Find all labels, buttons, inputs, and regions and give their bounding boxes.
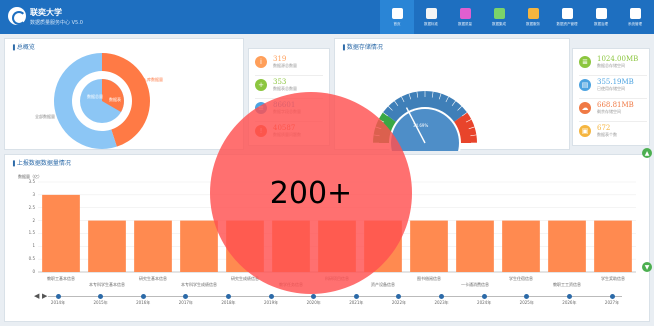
chart-bar[interactable]	[502, 220, 540, 272]
timeline-label: 2021年	[349, 300, 364, 305]
chart-bar[interactable]	[548, 220, 586, 272]
timeline-label: 2014年	[50, 300, 66, 305]
chart-x-tick: 本专科学生成绩信息	[181, 282, 217, 287]
timeline-play-icon[interactable]: ▶	[42, 292, 47, 300]
chart-y-tick: 2	[32, 217, 35, 223]
timeline-label: 2027年	[604, 300, 620, 305]
chart-y-tick: 0	[32, 269, 35, 274]
timeline-point[interactable]	[225, 294, 231, 299]
chart-y-tick: 3	[32, 191, 35, 197]
timeline-prev-icon[interactable]: ◀	[34, 292, 39, 300]
chart-bar[interactable]	[594, 220, 632, 272]
app-root: 联奕大学 数据质量服务中心 V5.0 首页 数据标准 数据质量 数据集成 数据服务 数据资…	[0, 0, 654, 326]
timeline-point[interactable]	[609, 294, 615, 299]
timeline-label: 2020年	[306, 300, 321, 305]
chart-y-axis-label: 数据量（亿）	[18, 174, 42, 179]
chart-y-tick: 2.5	[28, 204, 35, 210]
chart-y-tick: 0.5	[28, 256, 35, 262]
chart-x-tick: 学生奖助信息	[601, 276, 625, 281]
timeline-label: 2024年	[477, 300, 492, 305]
timeline-point[interactable]	[566, 294, 572, 299]
timeline-label: 2017年	[178, 300, 193, 305]
scroll-up-button[interactable]: ▲	[642, 148, 652, 158]
chart-x-tick: 资产设备信息	[371, 282, 395, 287]
scroll-down-button[interactable]: ▼	[642, 262, 652, 272]
timeline-point[interactable]	[439, 294, 445, 299]
timeline-point[interactable]	[140, 294, 146, 299]
count-overlay-text: 200+	[269, 175, 353, 211]
timeline-point[interactable]	[353, 294, 359, 299]
chart-bar[interactable]	[410, 220, 448, 272]
timeline-label: 2022年	[391, 300, 407, 305]
chart-y-tick: 1.5	[28, 230, 35, 236]
chart-bar[interactable]	[180, 220, 218, 272]
timeline-label: 2023年	[434, 300, 449, 305]
chart-x-tick: 教职工工资信息	[553, 282, 581, 287]
chart-bar[interactable]	[88, 220, 126, 272]
timeline-label: 2018年	[221, 300, 236, 305]
chart-bar[interactable]	[456, 220, 494, 272]
count-overlay-badge: 200+	[210, 92, 412, 294]
timeline-label: 2019年	[263, 300, 279, 305]
chart-x-tick: 本专科学生基本信息	[89, 282, 125, 287]
chart-bar[interactable]	[134, 220, 172, 272]
chart-y-tick: 1	[32, 243, 35, 249]
timeline-label: 2015年	[93, 300, 108, 305]
timeline-track[interactable]	[48, 296, 622, 297]
timeline-point[interactable]	[268, 294, 274, 299]
timeline-point[interactable]	[481, 294, 487, 299]
chart-bar[interactable]	[42, 194, 80, 272]
timeline-label: 2016年	[136, 300, 151, 305]
timeline-point[interactable]	[55, 294, 61, 299]
timeline-label: 2025年	[519, 300, 534, 305]
chart-x-tick: 一卡通消费信息	[461, 282, 489, 287]
timeline-label: 2026年	[562, 300, 577, 305]
